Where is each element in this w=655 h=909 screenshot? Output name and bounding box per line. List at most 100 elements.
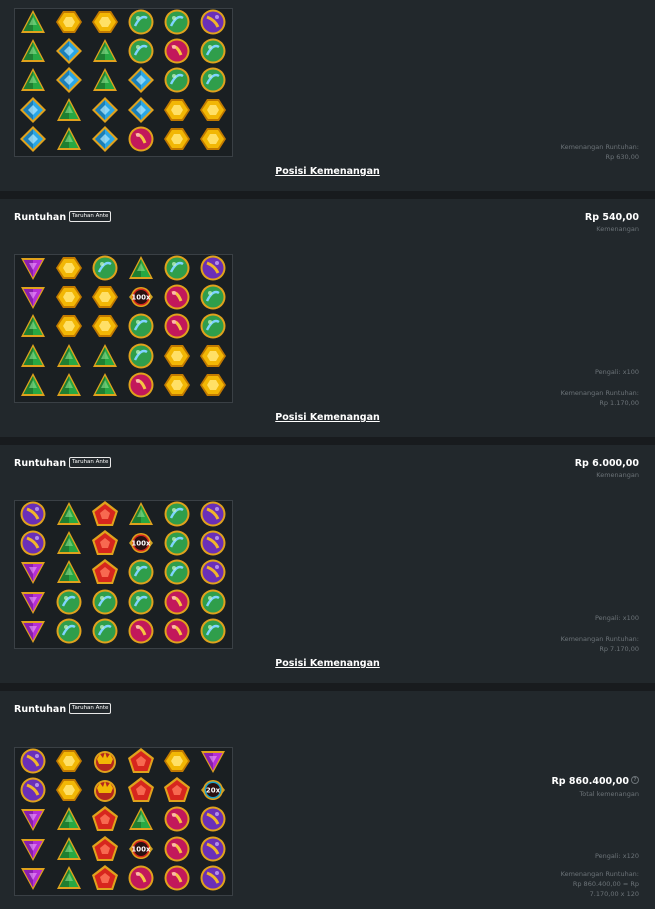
grid-cell: [123, 617, 159, 648]
green-triangle-icon: [19, 37, 47, 69]
cascade-title: Runtuhan: [14, 704, 67, 715]
green-triangle-icon: [55, 529, 83, 561]
grid-cell: [15, 836, 51, 865]
green-triangle-icon: [55, 342, 83, 374]
win-amount: Rp 6.000,00: [574, 458, 639, 469]
grid-cell: [15, 619, 51, 648]
purple-orb-icon: [19, 529, 47, 561]
grid-cell: [87, 314, 123, 343]
grid-cell: [15, 807, 51, 836]
grid-cell: [159, 373, 195, 402]
winning-positions-link[interactable]: Posisi Kemenangan: [0, 412, 655, 423]
green-orb-icon: [91, 617, 119, 648]
grid-cell: [15, 560, 51, 589]
cascade-win-value: Rp 7.170,00: [599, 645, 639, 653]
grid-cell: [123, 865, 159, 895]
grid-cell: [51, 748, 87, 777]
gold-hexagon-icon: [55, 255, 83, 286]
multiplier-symbol-icon: 100x: [127, 529, 155, 561]
total-win-value: Rp 860.400,00: [551, 776, 629, 787]
green-triangle-icon: [91, 66, 119, 98]
red-pentagon-icon: [91, 864, 119, 895]
cascade-win-value: Rp 630,00: [605, 153, 639, 161]
red-pentagon-icon: [127, 748, 155, 779]
blue-diamond-icon: [127, 96, 155, 128]
grid-cell: [51, 373, 87, 402]
winning-positions-link[interactable]: Posisi Kemenangan: [0, 658, 655, 669]
blue-diamond-icon: [19, 96, 47, 128]
gold-hexagon-icon: [163, 748, 191, 779]
multiplier-info: Pengali: x120: [594, 852, 639, 860]
gold-hexagon-icon: [199, 125, 227, 156]
green-triangle-icon: [55, 835, 83, 867]
red-pentagon-icon: [91, 501, 119, 532]
ante-bet-badge: Taruhan Ante: [69, 703, 112, 714]
green-triangle-icon: [91, 37, 119, 69]
green-orb-icon: [127, 558, 155, 590]
grid-cell: [159, 255, 195, 284]
red-pentagon-icon: [91, 529, 119, 561]
grid-cell: [87, 748, 123, 777]
green-orb-icon: [199, 588, 227, 620]
grid-cell: [195, 9, 231, 38]
green-triangle-icon: [55, 558, 83, 590]
red-pentagon-icon: [91, 835, 119, 867]
grid-cell: [51, 284, 87, 313]
grid-cell: [159, 777, 195, 806]
green-orb-icon: [163, 529, 191, 561]
grid-cell: [195, 67, 231, 97]
purple-triangle-icon: [19, 835, 47, 867]
red-orb-icon: [163, 617, 191, 648]
gold-hexagon-icon: [199, 96, 227, 128]
green-orb-icon: [199, 283, 227, 315]
red-orb-icon: [163, 37, 191, 69]
red-orb-icon: [127, 617, 155, 648]
winning-positions-link[interactable]: Posisi Kemenangan: [0, 166, 655, 177]
symbol-grid: 100x: [14, 500, 233, 649]
grid-cell: [123, 372, 159, 402]
grid-cell: [123, 589, 159, 618]
blue-diamond-icon: [19, 125, 47, 156]
grid-cell: [87, 68, 123, 97]
grid-cell: [159, 313, 195, 343]
grid-cell: [15, 125, 51, 156]
grid-cell: [123, 501, 159, 530]
grid-cell: [15, 9, 51, 38]
gold-hexagon-icon: [163, 371, 191, 402]
grid-cell: [15, 68, 51, 97]
red-orb-icon: [163, 864, 191, 895]
gold-hexagon-icon: [163, 96, 191, 128]
grid-cell: [159, 38, 195, 67]
grid-cell: [195, 806, 231, 836]
grid-cell: [195, 618, 231, 648]
grid-cell: [51, 560, 87, 589]
gold-hexagon-icon: [55, 776, 83, 808]
symbol-grid: 20x 100x: [14, 747, 233, 896]
svg-text:20x: 20x: [206, 787, 221, 795]
svg-text:100x: 100x: [131, 294, 151, 302]
cascade-win-label: Kemenangan Runtuhan:: [560, 389, 639, 397]
green-orb-icon: [91, 255, 119, 286]
blue-diamond-icon: [55, 37, 83, 69]
win-amount-label: Kemenangan: [596, 471, 639, 479]
grid-cell: [195, 284, 231, 313]
grid-cell: [123, 255, 159, 284]
grid-cell: [195, 38, 231, 67]
help-icon[interactable]: ?: [631, 776, 639, 784]
grid-cell: [15, 343, 51, 372]
blue-diamond-icon: [55, 66, 83, 98]
gold-hexagon-icon: [163, 342, 191, 374]
red-pentagon-icon: [127, 776, 155, 808]
grid-cell: [195, 313, 231, 343]
grid-cell: [51, 314, 87, 343]
green-triangle-icon: [19, 9, 47, 40]
grid-cell: [51, 589, 87, 618]
purple-triangle-icon: [19, 864, 47, 895]
symbol-grid: 100x: [14, 254, 233, 403]
grid-cell: [87, 617, 123, 648]
green-orb-icon: [163, 9, 191, 40]
purple-orb-icon: [199, 835, 227, 867]
grid-cell: [51, 9, 87, 38]
grid-cell: [87, 589, 123, 618]
purple-orb-icon: [19, 776, 47, 808]
